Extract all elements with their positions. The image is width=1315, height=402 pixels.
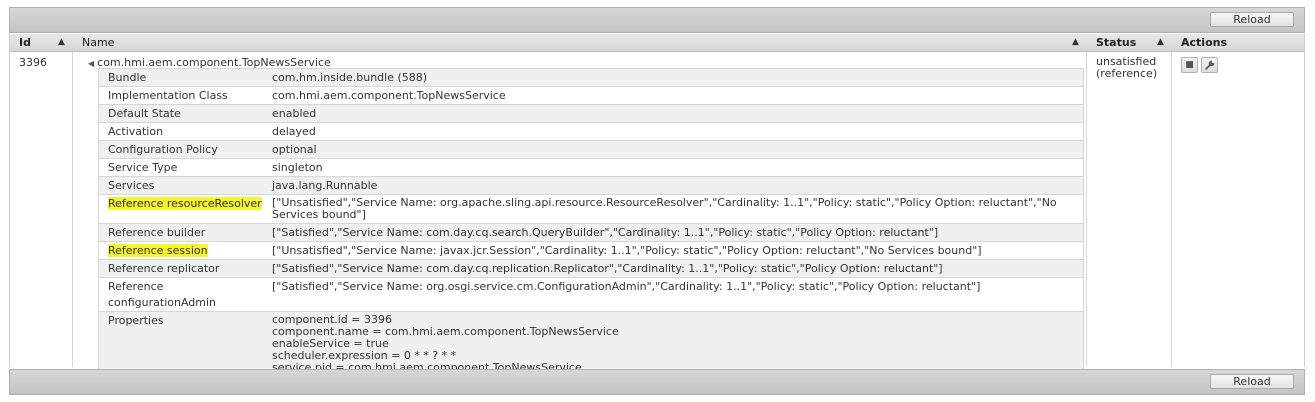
detail-row: Services java.lang.Runnable: [99, 177, 1083, 195]
top-toolbar: Reload: [9, 7, 1305, 33]
detail-value: java.lang.Runnable: [272, 179, 378, 192]
detail-key: Default State: [108, 107, 181, 120]
component-id: 3396: [19, 56, 47, 69]
collapse-triangle-icon[interactable]: ◀: [88, 59, 94, 68]
detail-row: Activation delayed: [99, 123, 1083, 141]
detail-row: Bundle com.hm.inside.bundle (588): [99, 69, 1083, 87]
sort-both-icon[interactable]: ▲︎: [1157, 34, 1164, 51]
detail-row: Default State enabled: [99, 105, 1083, 123]
sort-ascending-icon[interactable]: ▲: [1072, 34, 1079, 51]
detail-key: Reference configurationAdmin: [108, 280, 217, 309]
bottom-toolbar: Reload: [9, 369, 1305, 395]
detail-key: Implementation Class: [108, 89, 228, 102]
detail-key: Properties: [108, 314, 164, 327]
detail-key: Reference resourceResolver: [108, 197, 262, 210]
property-line: component.name = com.hmi.aem.component.T…: [272, 325, 619, 338]
column-header-name[interactable]: Name: [82, 34, 114, 51]
sort-both-icon[interactable]: ▲︎: [58, 34, 65, 51]
detail-row: Service Type singleton: [99, 159, 1083, 177]
detail-key: Reference builder: [108, 226, 206, 239]
detail-value: ["Satisfied","Service Name: com.day.cq.r…: [272, 262, 943, 275]
detail-value: delayed: [272, 125, 316, 138]
detail-row: Reference resourceResolver ["Unsatisfied"…: [99, 195, 1083, 224]
detail-key: Services: [108, 179, 155, 192]
properties-value: component.id = 3396 component.name = com.…: [272, 312, 1083, 377]
detail-key: Configuration Policy: [108, 143, 218, 156]
detail-row: Configuration Policy optional: [99, 141, 1083, 159]
detail-value: optional: [272, 143, 317, 156]
detail-value: enabled: [272, 107, 317, 120]
reload-button-bottom[interactable]: Reload: [1210, 374, 1294, 389]
components-table: Id ▲︎ Name ▲ Status ▲︎ Actions 3396 ◀ com…: [9, 34, 1305, 378]
detail-value: ["Satisfied","Service Name: org.osgi.ser…: [272, 280, 981, 293]
detail-value: ["Unsatisfied","Service Name: javax.jcr.…: [272, 244, 982, 257]
detail-row: Reference replicator ["Satisfied","Servic…: [99, 260, 1083, 278]
component-status: unsatisfied (reference): [1096, 55, 1158, 80]
column-header-status[interactable]: Status: [1096, 34, 1136, 51]
detail-row: Reference builder ["Satisfied","Service N…: [99, 224, 1083, 242]
component-actions: ■: [1181, 57, 1221, 73]
detail-key: Reference replicator: [108, 262, 220, 275]
detail-value: singleton: [272, 161, 323, 174]
detail-value: com.hm.inside.bundle (588): [272, 71, 428, 84]
detail-value: ["Unsatisfied","Service Name: org.apache…: [272, 196, 1057, 221]
detail-value: com.hmi.aem.component.TopNewsService: [272, 89, 506, 102]
detail-key: Activation: [108, 125, 164, 138]
column-header-actions: Actions: [1181, 36, 1227, 49]
detail-key: Bundle: [108, 71, 147, 84]
detail-row: Reference configurationAdmin ["Satisfied"…: [99, 278, 1083, 312]
table-header: Id ▲︎ Name ▲ Status ▲︎ Actions: [10, 34, 1304, 52]
stop-icon[interactable]: ■: [1181, 57, 1198, 73]
detail-row: Reference session ["Unsatisfied","Service…: [99, 242, 1083, 260]
column-header-id[interactable]: Id: [19, 34, 31, 51]
detail-key: Service Type: [108, 161, 178, 174]
configure-wrench-icon[interactable]: [1201, 57, 1218, 73]
detail-key: Reference session: [108, 244, 208, 257]
reload-button-top[interactable]: Reload: [1210, 12, 1294, 27]
component-details-table: Bundle com.hm.inside.bundle (588) Implemen…: [98, 68, 1084, 378]
detail-row: Implementation Class com.hmi.aem.componen…: [99, 87, 1083, 105]
detail-value: ["Satisfied","Service Name: com.day.cq.s…: [272, 226, 939, 239]
